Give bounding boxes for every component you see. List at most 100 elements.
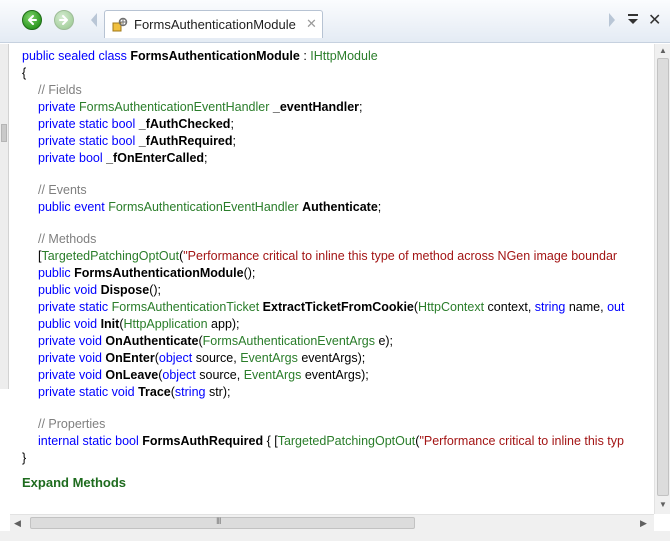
- tab-list-dropdown-icon[interactable]: [627, 12, 639, 26]
- horizontal-scrollbar[interactable]: ◀ III ▶: [10, 514, 654, 531]
- param-type-link[interactable]: EventArgs: [244, 368, 302, 382]
- class-icon: [112, 17, 128, 32]
- method-name[interactable]: OnEnter: [105, 351, 154, 365]
- class-declaration: public sealed class FormsAuthenticationM…: [22, 48, 378, 64]
- param-name: source,: [195, 368, 244, 382]
- scroll-right-icon[interactable]: ▶: [640, 518, 647, 529]
- attribute-link[interactable]: TargetedPatchingOptOut: [41, 249, 179, 263]
- attribute-string: "Performance critical to inline this typ…: [183, 249, 618, 263]
- arrow-left-icon: [28, 15, 37, 25]
- property-modifiers: internal static bool: [38, 434, 139, 448]
- method-modifiers: private static: [38, 300, 109, 314]
- method-modifiers: private void: [38, 334, 102, 348]
- tab-scroll-right-icon[interactable]: [607, 12, 617, 28]
- method-line: private void OnAuthenticate(FormsAuthent…: [38, 334, 394, 348]
- method-line: private static FormsAuthenticationTicket…: [38, 300, 625, 314]
- method-line: public FormsAuthenticationModule();: [38, 265, 255, 281]
- method-name[interactable]: Dispose: [101, 283, 150, 297]
- scroll-left-icon[interactable]: ◀: [14, 518, 21, 529]
- param-name: e);: [374, 334, 394, 348]
- method-modifiers: public void: [38, 317, 98, 331]
- param-type-link[interactable]: FormsAuthenticationEventArgs: [203, 334, 375, 348]
- method-line: public void Dispose();: [38, 282, 161, 298]
- param-modifier: out: [607, 300, 625, 314]
- field-modifiers: private: [38, 100, 76, 114]
- left-scroll-rail[interactable]: [0, 44, 9, 389]
- method-line: private static void Trace(string str);: [38, 385, 231, 399]
- event-name[interactable]: Authenticate: [302, 200, 378, 214]
- horizontal-scroll-thumb[interactable]: III: [30, 516, 415, 529]
- param-type: string: [534, 300, 566, 314]
- method-modifiers: public: [38, 266, 71, 280]
- param-name: name,: [565, 300, 608, 314]
- method-name[interactable]: Init: [101, 317, 120, 331]
- param-type-link[interactable]: EventArgs: [240, 351, 298, 365]
- field-end: ;: [230, 117, 234, 131]
- vertical-scrollbar[interactable]: ▲ ▼: [654, 44, 670, 514]
- left-scroll-thumb[interactable]: [1, 124, 7, 142]
- fields-comment: // Fields: [38, 83, 82, 97]
- field-line: private static bool _fAuthRequired;: [38, 133, 236, 149]
- code-view: public sealed class FormsAuthenticationM…: [10, 44, 654, 514]
- methods-comment: // Methods: [38, 232, 97, 246]
- vertical-scroll-thumb[interactable]: [657, 58, 669, 496]
- field-line: private FormsAuthenticationEventHandler …: [38, 99, 363, 115]
- forward-button[interactable]: [54, 10, 74, 30]
- method-end: ();: [243, 266, 256, 280]
- method-modifiers: private void: [38, 368, 102, 382]
- event-type-link[interactable]: FormsAuthenticationEventHandler: [108, 200, 298, 214]
- attribute-link[interactable]: TargetedPatchingOptOut: [278, 434, 416, 448]
- field-name[interactable]: _fAuthRequired: [139, 134, 233, 148]
- attribute-string: "Performance critical to inline this typ: [419, 434, 624, 448]
- close-icon[interactable]: ✕: [648, 10, 661, 30]
- property-name[interactable]: FormsAuthRequired: [142, 434, 263, 448]
- param-type-link[interactable]: HttpApplication: [123, 317, 207, 331]
- tab-forms-authentication-module[interactable]: FormsAuthenticationModule ✕: [104, 10, 323, 38]
- field-name[interactable]: _eventHandler: [273, 100, 359, 114]
- class-name[interactable]: FormsAuthenticationModule: [130, 49, 299, 63]
- arrow-right-icon: [59, 15, 68, 25]
- param-name: eventArgs);: [301, 368, 369, 382]
- param-type: string: [174, 385, 206, 399]
- field-modifiers: private static bool: [38, 134, 136, 148]
- field-name[interactable]: _fAuthChecked: [139, 117, 231, 131]
- method-line: private void OnLeave(object source, Even…: [38, 368, 369, 382]
- param-type: object: [158, 351, 193, 365]
- param-name: context,: [484, 300, 535, 314]
- scroll-grip: III: [216, 516, 221, 526]
- scroll-up-icon[interactable]: ▲: [659, 46, 667, 55]
- return-type-link[interactable]: FormsAuthenticationTicket: [112, 300, 260, 314]
- event-line: public event FormsAuthenticationEventHan…: [38, 199, 381, 215]
- field-line: private static bool _fAuthChecked;: [38, 116, 234, 132]
- class-colon: :: [299, 49, 311, 63]
- tab-label: FormsAuthenticationModule: [134, 17, 296, 32]
- field-line: private bool _fOnEnterCalled;: [38, 150, 208, 166]
- properties-comment: // Properties: [38, 417, 106, 431]
- method-name[interactable]: FormsAuthenticationModule: [74, 266, 243, 280]
- method-name[interactable]: OnAuthenticate: [105, 334, 198, 348]
- toolbar: FormsAuthenticationModule ✕ ✕: [0, 0, 670, 43]
- tab-scroll-left-icon[interactable]: [89, 12, 99, 28]
- property-line: internal static bool FormsAuthRequired {…: [38, 433, 624, 449]
- field-modifiers: private static bool: [38, 117, 136, 131]
- event-modifiers: public event: [38, 200, 105, 214]
- method-name[interactable]: ExtractTicketFromCookie: [263, 300, 414, 314]
- field-end: ;: [232, 134, 236, 148]
- method-name[interactable]: Trace: [138, 385, 171, 399]
- scroll-down-icon[interactable]: ▼: [659, 500, 667, 509]
- method-modifiers: private static void: [38, 385, 135, 399]
- event-end: ;: [377, 200, 382, 214]
- back-button[interactable]: [22, 10, 42, 30]
- param-type-link[interactable]: HttpContext: [418, 300, 484, 314]
- base-type-link[interactable]: IHttpModule: [310, 49, 377, 63]
- param-type: object: [162, 368, 196, 382]
- property-brace: { [: [263, 434, 278, 448]
- param-name: eventArgs);: [297, 351, 366, 365]
- attribute-line: [TargetedPatchingOptOut("Performance cri…: [38, 248, 617, 264]
- expand-methods-link[interactable]: Expand Methods: [22, 475, 126, 491]
- field-name[interactable]: _fOnEnterCalled: [106, 151, 204, 165]
- field-type-link[interactable]: FormsAuthenticationEventHandler: [79, 100, 269, 114]
- method-name[interactable]: OnLeave: [105, 368, 158, 382]
- tab-close-icon[interactable]: ✕: [306, 16, 317, 32]
- method-end: ();: [149, 283, 162, 297]
